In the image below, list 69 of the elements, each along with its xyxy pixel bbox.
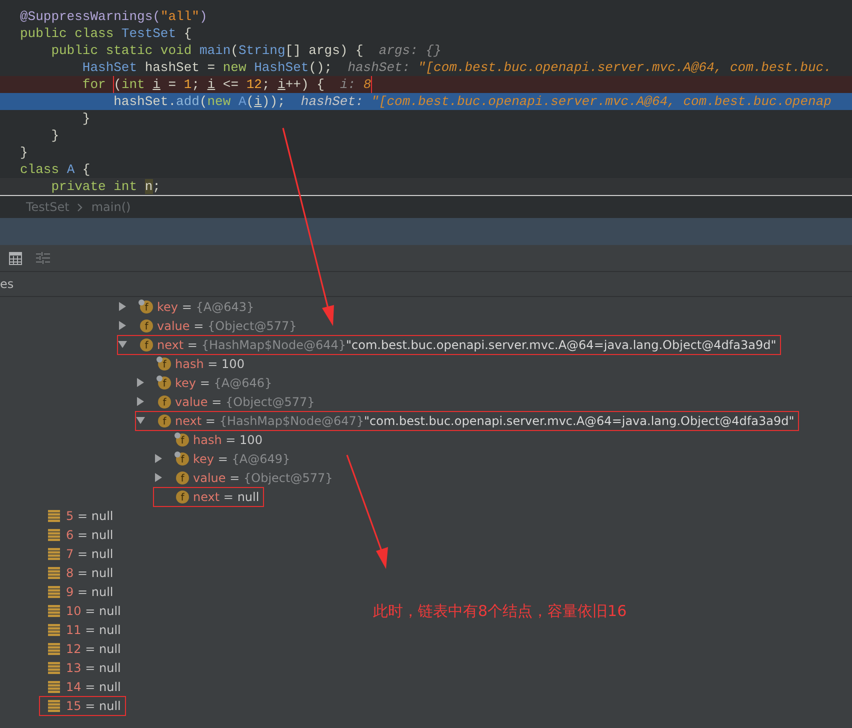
array-entry-icon [48, 680, 60, 692]
field-icon: f [174, 489, 190, 504]
variable-entry: 12 = null [66, 642, 121, 656]
field-icon: f [156, 413, 172, 428]
variable-entry: hash = 100 [175, 356, 244, 370]
expand-arrow-icon[interactable] [154, 473, 163, 482]
collapse-arrow-icon[interactable] [136, 416, 145, 425]
field-icon: f [174, 470, 190, 485]
array-entry-icon [48, 528, 60, 540]
annotation-note: 此时，链表中有8个结点，容量依旧16 [373, 602, 627, 621]
field-icon: f [138, 299, 154, 314]
code-line: HashSet hashSet = new HashSet(); hashSet: "[com.best.buc.openapi.server.mvc.A@64, com.best.buc. [81, 59, 832, 76]
field-icon: f [138, 318, 154, 333]
variable-entry: 10 = null [66, 604, 121, 618]
array-entry-icon [48, 586, 60, 598]
variable-entry: 6 = null [66, 528, 114, 542]
variable-entry: value = {Object@577} [175, 394, 315, 408]
breadcrumb-item[interactable]: TestSet [26, 200, 70, 214]
variable-entry: 14 = null [66, 680, 121, 694]
variable-entry: value = {Object@577} [193, 470, 333, 484]
expand-arrow-icon[interactable] [118, 302, 127, 311]
array-entry-icon [48, 662, 60, 674]
code-line: } [50, 127, 60, 144]
variable-entry: key = {A@649} [193, 452, 290, 466]
array-entry-icon [48, 510, 60, 522]
code-line: @SuppressWarnings("all") [19, 8, 208, 25]
expand-arrow-icon[interactable] [136, 397, 145, 406]
code-line: } [19, 144, 29, 161]
field-icon: f [174, 432, 190, 447]
variable-entry: key = {A@643} [157, 300, 254, 314]
variable-entry: 5 = null [66, 508, 114, 522]
breadcrumb-item[interactable]: main() [91, 200, 131, 214]
code-line: } [81, 110, 92, 127]
variable-entry: next = {HashMap$Node@647}"com.best.buc.openapi.server.mvc.A@64=java.lang.Object@4dfa3a9d" [175, 414, 794, 428]
collapse-arrow-icon[interactable] [118, 340, 127, 349]
array-entry-icon [48, 642, 60, 654]
field-icon: f [138, 337, 154, 352]
table-icon[interactable] [9, 252, 22, 264]
array-entry-icon [48, 700, 60, 712]
field-icon: f [174, 451, 190, 466]
variable-entry: value = {Object@577} [157, 318, 297, 332]
variable-entry: 7 = null [66, 546, 114, 560]
array-entry-icon [48, 624, 60, 636]
variables-tab[interactable]: es [0, 277, 14, 291]
field-icon: f [156, 356, 172, 371]
expand-arrow-icon[interactable] [118, 321, 127, 330]
variable-entry: hash = 100 [193, 432, 262, 446]
code-line: class A { [19, 161, 92, 178]
variable-entry: 13 = null [66, 660, 121, 674]
variable-entry: next = {HashMap$Node@644}"com.best.buc.openapi.server.mvc.A@64=java.lang.Object@4dfa3a9d" [157, 338, 776, 352]
code-line: public class TestSet { [19, 25, 193, 42]
field-icon: f [156, 394, 172, 409]
array-entry-icon [48, 566, 60, 578]
code-text: for [81, 77, 107, 92]
variable-entry: key = {A@646} [175, 376, 272, 390]
expand-arrow-icon[interactable] [136, 378, 145, 387]
code-line: public static void main(String[] args) { args: {} [50, 42, 442, 59]
array-entry-icon [48, 548, 60, 560]
field-icon: f [156, 375, 172, 390]
variable-entry: 8 = null [66, 566, 114, 580]
variable-entry: 9 = null [66, 584, 114, 598]
array-entry-icon [48, 604, 60, 616]
chevron-icon [77, 202, 84, 212]
annotation-box: (int i = 1; i <= 12; i++) { i: 8 [114, 76, 372, 93]
variable-entry: 15 = null [66, 698, 121, 712]
settings-lines-icon[interactable] [36, 252, 50, 264]
variable-entry: 11 = null [66, 622, 121, 636]
expand-arrow-icon[interactable] [154, 454, 163, 463]
variable-entry: next = null [193, 490, 260, 504]
